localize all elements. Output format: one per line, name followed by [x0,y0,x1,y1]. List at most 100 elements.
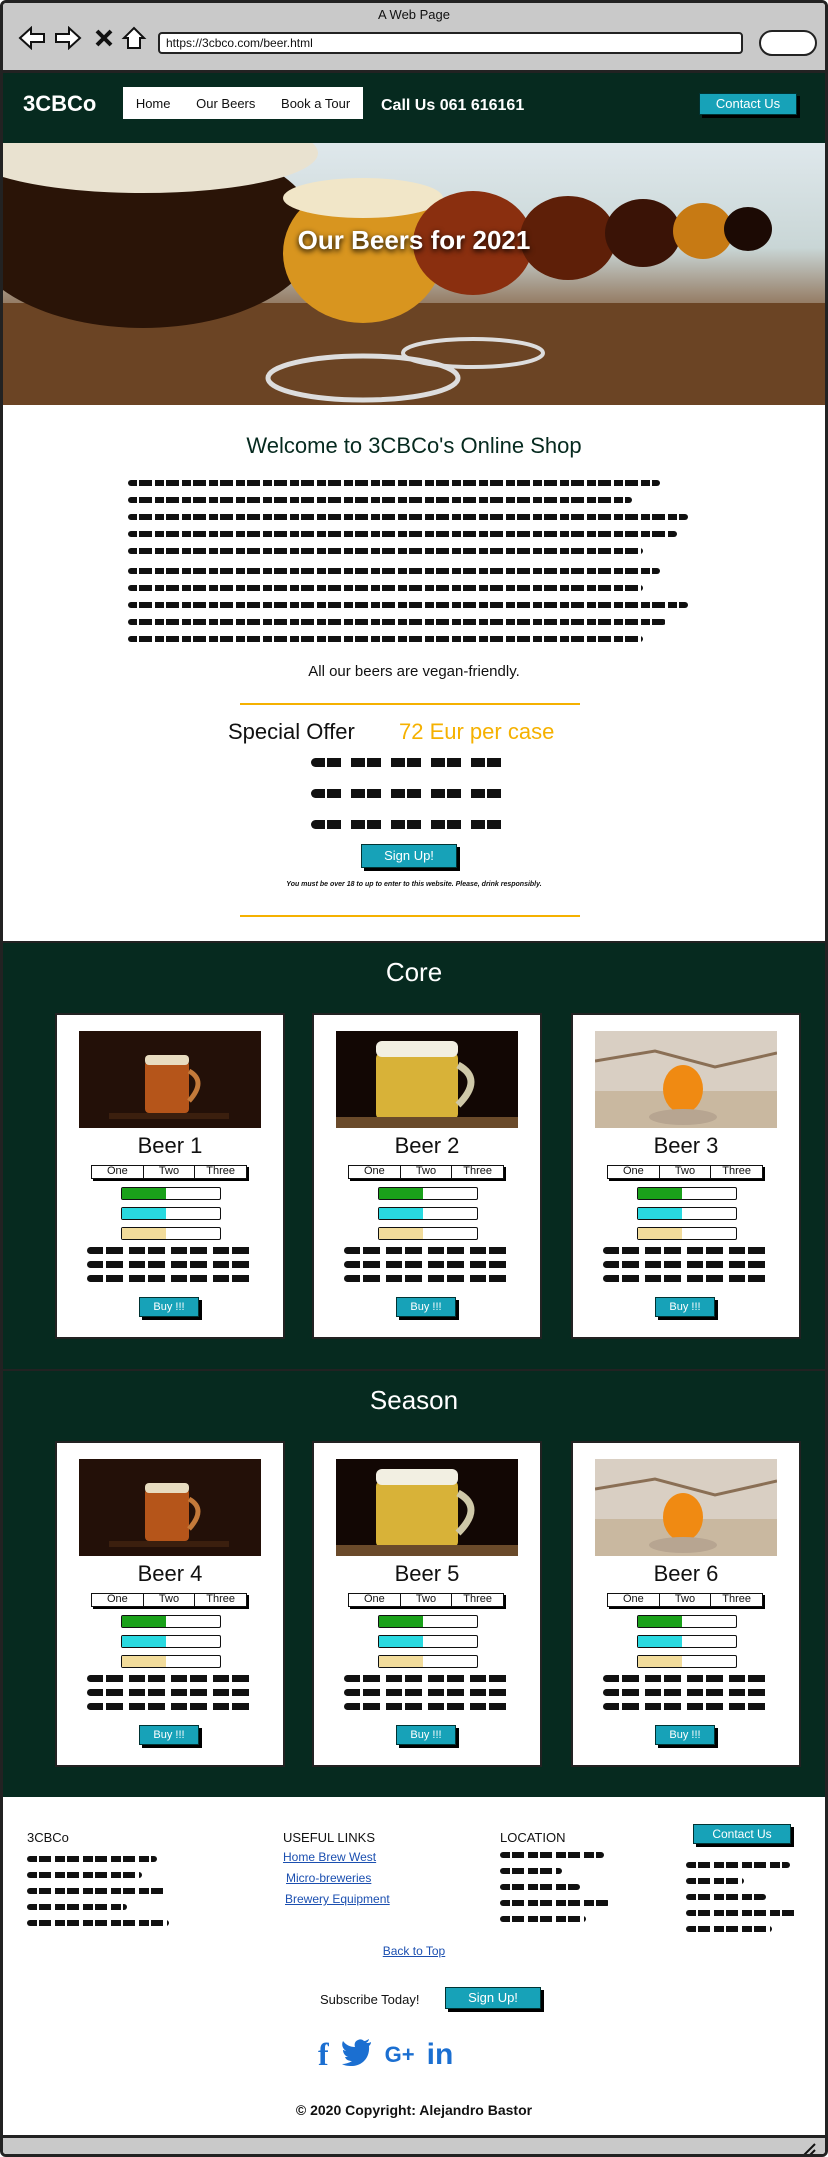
brand-logo[interactable]: 3CBCo [23,91,96,117]
intro-paragraph-2 [128,568,688,653]
status-bar [3,2135,825,2157]
rating-bar-1-fill [122,1188,167,1199]
size-selector[interactable]: One Two Three [91,1593,247,1607]
rating-bar-1-fill [379,1616,424,1627]
buy-button[interactable]: Buy !!! [655,1725,715,1745]
footer-about-line [27,1872,142,1878]
home-icon[interactable] [119,23,149,53]
size-selector[interactable]: One Two Three [348,1165,504,1179]
beer-image [336,1031,518,1128]
size-three[interactable]: Three [711,1166,762,1178]
size-three[interactable]: Three [195,1594,246,1606]
size-one[interactable]: One [92,1166,144,1178]
resize-grip-icon[interactable] [799,2140,819,2157]
rating-bar-2 [378,1635,478,1648]
google-plus-icon[interactable]: G+ [385,2042,415,2068]
location-line [500,1916,586,1922]
buy-button[interactable]: Buy !!! [655,1297,715,1317]
facebook-icon[interactable]: f [318,2036,329,2073]
rating-bar-2-fill [122,1636,167,1647]
beer-desc-line [87,1689,255,1696]
size-one[interactable]: One [92,1594,144,1606]
nav-home[interactable]: Home [136,96,171,111]
link-brewery-equipment[interactable]: Brewery Equipment [285,1892,390,1906]
rating-bar-2-fill [638,1636,683,1647]
link-micro-breweries[interactable]: Micro-breweries [286,1871,371,1885]
rating-bar-3 [637,1227,737,1240]
beer-desc-line [87,1675,255,1682]
beer-desc-line [87,1261,255,1268]
size-one[interactable]: One [608,1166,660,1178]
window-title: A Web Page [377,7,451,22]
vegan-note: All our beers are vegan-friendly. [308,663,520,680]
nav-our-beers[interactable]: Our Beers [196,96,255,111]
link-home-brew-west[interactable]: Home Brew West [283,1850,376,1864]
nav-book-tour[interactable]: Book a Tour [281,96,350,111]
linkedin-icon[interactable]: in [427,2038,454,2072]
size-two[interactable]: Two [144,1166,196,1178]
size-selector[interactable]: One Two Three [607,1593,763,1607]
rating-bar-2 [637,1635,737,1648]
buy-button[interactable]: Buy !!! [139,1725,199,1745]
size-selector[interactable]: One Two Three [607,1165,763,1179]
offer-detail-3 [311,820,511,829]
search-field[interactable] [759,30,817,56]
beer-desc-line [603,1703,771,1710]
beer-image [595,1031,777,1128]
back-to-top-link[interactable]: Back to Top [3,1944,825,1958]
forward-arrow-icon[interactable] [53,23,83,53]
beer-desc-line [603,1275,771,1282]
rating-bar-3 [637,1655,737,1668]
footer-about-line [27,1856,157,1862]
rating-bar-2 [637,1207,737,1220]
offer-detail-2 [311,789,511,798]
footer-contact-button[interactable]: Contact Us [693,1824,791,1844]
rating-bar-1-fill [379,1188,424,1199]
url-input[interactable]: https://3cbco.com/beer.html [158,32,743,54]
beer-card: Beer 1 One Two Three Buy !!! [55,1013,285,1339]
browser-chrome: A Web Page https://3cbco.com/beer.html [3,3,825,73]
size-one[interactable]: One [349,1166,401,1178]
contact-line [686,1910,798,1916]
beer-image [595,1459,777,1556]
rating-bar-2-fill [122,1208,167,1219]
location-line [500,1868,562,1874]
beer-name: Beer 4 [137,1561,203,1586]
size-one[interactable]: One [349,1594,401,1606]
footer-signup-button[interactable]: Sign Up! [445,1987,541,2009]
size-selector[interactable]: One Two Three [91,1165,247,1179]
buy-button[interactable]: Buy !!! [396,1725,456,1745]
size-three[interactable]: Three [452,1594,503,1606]
footer-about-line [27,1920,169,1926]
size-two[interactable]: Two [660,1166,712,1178]
signup-button[interactable]: Sign Up! [361,844,457,868]
site-header: 3CBCo Home Our Beers Book a Tour Call Us… [3,73,825,143]
size-two[interactable]: Two [144,1594,196,1606]
stop-x-icon[interactable] [89,23,119,53]
contact-line [686,1862,790,1868]
rating-bar-1 [637,1187,737,1200]
size-two[interactable]: Two [401,1594,453,1606]
beer-desc-line [344,1247,512,1254]
size-selector[interactable]: One Two Three [348,1593,504,1607]
buy-button[interactable]: Buy !!! [396,1297,456,1317]
divider-top [240,703,580,705]
size-three[interactable]: Three [452,1166,503,1178]
twitter-icon[interactable] [341,2038,373,2071]
age-disclaimer: You must be over 18 to up to enter to th… [286,881,542,888]
size-three[interactable]: Three [711,1594,762,1606]
contact-button[interactable]: Contact Us [699,93,797,115]
beer-name: Beer 1 [137,1133,203,1158]
size-one[interactable]: One [608,1594,660,1606]
beer-name: Beer 6 [653,1561,719,1586]
beer-name: Beer 2 [394,1133,460,1158]
buy-button[interactable]: Buy !!! [139,1297,199,1317]
beer-desc-line [344,1261,512,1268]
back-arrow-icon[interactable] [17,23,47,53]
size-three[interactable]: Three [195,1166,246,1178]
size-two[interactable]: Two [660,1594,712,1606]
size-two[interactable]: Two [401,1166,453,1178]
copyright-text: © 2020 Copyright: Alejandro Bastor [295,2102,533,2118]
season-section: Season Beer 4 One Two Three Buy !!! Beer 5… [3,1369,825,1797]
rating-bar-2-fill [379,1208,424,1219]
